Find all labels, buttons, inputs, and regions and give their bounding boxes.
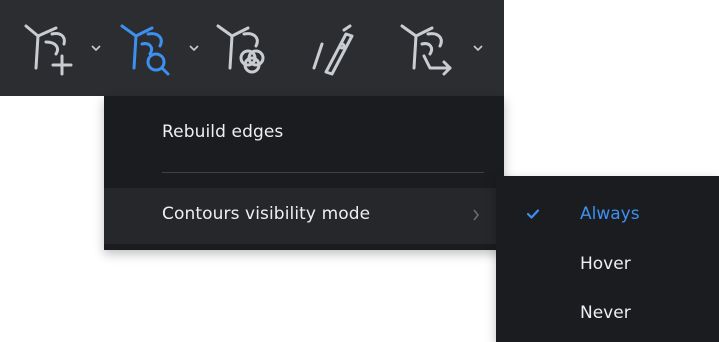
cut-edge-icon [312, 24, 354, 76]
option-always[interactable]: Always [496, 190, 719, 238]
branch-redirect-icon [400, 24, 452, 76]
chevron-right-icon [473, 209, 479, 221]
rebuild-edges-label: Rebuild edges [162, 122, 284, 142]
option-hover-label: Hover [580, 254, 631, 274]
options-menu: Rebuild edges Contours visibility mode [104, 96, 504, 250]
contours-visibility-item[interactable]: Contours visibility mode [104, 188, 504, 244]
branch-overlap-icon [216, 24, 265, 74]
option-always-label: Always [580, 204, 640, 224]
branch-add-tool[interactable] [18, 20, 108, 78]
chevron-down-icon[interactable] [472, 44, 484, 52]
cut-edge-tool[interactable] [298, 20, 368, 78]
option-never[interactable]: Never [496, 289, 719, 337]
branch-overlap-tool[interactable] [212, 20, 282, 78]
screen: Rebuild edges Contours visibility mode A… [0, 0, 719, 342]
contours-visibility-submenu: Always Hover Never [496, 176, 719, 342]
contours-visibility-label: Contours visibility mode [162, 204, 371, 224]
rebuild-edges-item[interactable]: Rebuild edges [104, 114, 504, 150]
option-never-label: Never [580, 303, 631, 323]
chevron-down-icon[interactable] [188, 44, 200, 52]
branch-add-icon [24, 24, 73, 76]
chevron-down-icon[interactable] [90, 44, 102, 52]
branch-inspect-icon [120, 24, 170, 76]
toolbar [0, 0, 504, 96]
option-hover[interactable]: Hover [496, 240, 719, 288]
branch-inspect-tool[interactable] [116, 20, 206, 78]
menu-separator [162, 172, 484, 173]
branch-redirect-tool[interactable] [396, 20, 496, 78]
checkmark-icon [526, 209, 540, 219]
